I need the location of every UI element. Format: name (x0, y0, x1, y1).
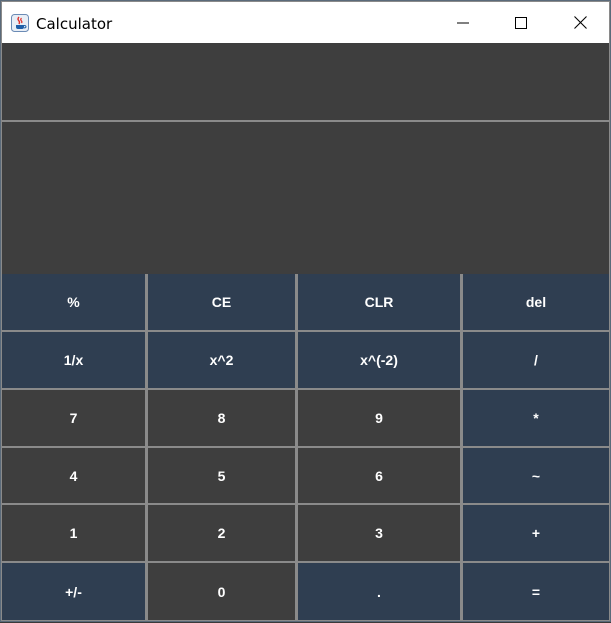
key-label: x^2 (209, 352, 234, 368)
expression-display (2, 43, 609, 120)
key-label: . (377, 583, 381, 600)
digit-6-button[interactable]: 6 (298, 448, 460, 503)
equals-button[interactable]: = (463, 563, 609, 620)
key-label: 4 (69, 467, 78, 484)
digit-4-button[interactable]: 4 (2, 448, 145, 503)
delete-button[interactable]: del (463, 274, 609, 330)
negate-button[interactable]: +/- (2, 563, 145, 620)
key-label: 0 (217, 583, 226, 600)
calculator-window: Calculator % CE CLR del 1/x x^2 x^(-2) / 7 8 9 * 4 5 6… (0, 0, 611, 622)
key-label: 7 (69, 410, 78, 426)
key-label: CE (211, 294, 232, 310)
key-label: 3 (375, 525, 383, 541)
key-label: CLR (364, 294, 394, 310)
inverse-square-button[interactable]: x^(-2) (298, 332, 460, 388)
digit-7-button[interactable]: 7 (2, 390, 145, 446)
key-label: = (531, 583, 541, 600)
digit-0-button[interactable]: 0 (148, 563, 295, 620)
maximize-icon (515, 16, 527, 29)
key-label: ~ (531, 467, 541, 484)
window-title: Calculator (36, 15, 113, 33)
key-label: 1 (69, 525, 78, 541)
add-button[interactable]: + (463, 505, 609, 561)
percent-button[interactable]: % (2, 274, 145, 330)
decimal-button[interactable]: . (298, 563, 460, 620)
digit-3-button[interactable]: 3 (298, 505, 460, 561)
key-label: 8 (217, 410, 226, 426)
multiply-button[interactable]: * (463, 390, 609, 446)
maximize-button[interactable] (492, 2, 550, 43)
divide-button[interactable]: / (463, 332, 609, 388)
clear-entry-button[interactable]: CE (148, 274, 295, 330)
key-label: 1/x (63, 352, 84, 368)
digit-5-button[interactable]: 5 (148, 448, 295, 503)
key-label: 9 (375, 410, 383, 426)
square-button[interactable]: x^2 (148, 332, 295, 388)
key-label: 5 (217, 467, 226, 484)
close-icon (573, 16, 587, 29)
key-label: del (525, 294, 547, 310)
key-label: x^(-2) (360, 352, 398, 368)
keypad: % CE CLR del 1/x x^2 x^(-2) / 7 8 9 * 4 5 6 ~1 2 3 + +/- 0. = (2, 274, 609, 623)
result-display (2, 122, 609, 274)
subtract-button[interactable]: ~ (463, 448, 609, 503)
clear-all-button[interactable]: CLR (298, 274, 460, 330)
minimize-icon (457, 22, 469, 23)
key-label: + (531, 525, 541, 541)
key-label: 6 (375, 467, 383, 484)
digit-1-button[interactable]: 1 (2, 505, 145, 561)
title-bar[interactable]: Calculator (2, 2, 609, 43)
digit-2-button[interactable]: 2 (148, 505, 295, 561)
java-icon (11, 14, 29, 32)
close-button[interactable] (551, 2, 609, 43)
minimize-button[interactable] (434, 2, 492, 43)
reciprocal-button[interactable]: 1/x (2, 332, 145, 388)
key-label: 2 (217, 525, 226, 541)
key-label: / (534, 352, 538, 368)
key-label: +/- (65, 583, 82, 600)
digit-9-button[interactable]: 9 (298, 390, 460, 446)
key-label: % (67, 294, 80, 310)
key-label: * (533, 410, 539, 426)
digit-8-button[interactable]: 8 (148, 390, 295, 446)
